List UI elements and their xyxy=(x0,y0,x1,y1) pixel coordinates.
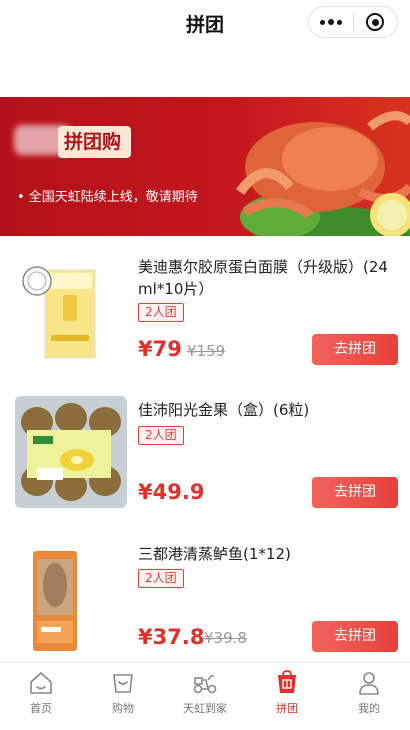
bottom-tab-bar: 首页 购物 天虹到家 拼团 我的 xyxy=(0,662,410,730)
group-size-badge: 2人团 xyxy=(138,303,184,322)
group-price: ¥79 xyxy=(138,337,182,361)
product-title: 三都港清蒸鲈鱼(1*12) xyxy=(138,545,291,563)
navigation-bar: 拼团 xyxy=(0,0,410,46)
group-size-badge: 2人团 xyxy=(138,569,184,588)
tab-label: 天虹到家 xyxy=(183,702,227,715)
banner-tag: 拼团购 xyxy=(58,126,132,158)
product-card[interactable]: 三都港清蒸鲈鱼(1*12) 2人团 ¥37.8 ¥39.8 去拼团 xyxy=(0,534,410,679)
original-price: ¥39.8 xyxy=(204,629,247,647)
tab-group-buy[interactable]: 拼团 xyxy=(246,663,328,730)
tab-label: 我的 xyxy=(358,702,380,715)
crab-image xyxy=(235,111,410,236)
banner-subtitle: • 全国天虹陆续上线，敬请期待 xyxy=(17,190,198,205)
tab-shopping[interactable]: 购物 xyxy=(82,663,164,730)
home-icon xyxy=(30,672,52,694)
group-price: ¥37.8 xyxy=(138,625,205,649)
more-menu-button[interactable] xyxy=(309,7,353,37)
original-price: ¥159 xyxy=(187,342,226,360)
tab-label: 首页 xyxy=(30,702,52,715)
tab-home[interactable]: 首页 xyxy=(0,663,82,730)
product-title: 美迪惠尔胶原蛋白面膜（升级版）(24 ml*10片） xyxy=(138,258,388,298)
promo-banner[interactable]: 拼团购 • 全国天虹陆续上线，敬请期待 xyxy=(0,97,410,236)
delivery-scooter-icon xyxy=(193,675,217,694)
product-title: 佳沛阳光金果（盒）(6粒) xyxy=(138,401,310,419)
tab-delivery[interactable]: 天虹到家 xyxy=(164,663,246,730)
shopping-bag-icon xyxy=(113,674,133,693)
target-icon xyxy=(366,13,385,31)
group-size-badge: 2人团 xyxy=(138,426,184,445)
group-buy-icon xyxy=(278,670,296,693)
user-icon xyxy=(359,672,379,695)
tab-profile[interactable]: 我的 xyxy=(328,663,410,730)
group-price: ¥49.9 xyxy=(138,480,205,504)
dot-icon xyxy=(336,19,342,25)
product-image xyxy=(15,545,127,657)
join-group-button[interactable]: 去拼团 xyxy=(312,621,398,652)
join-group-button[interactable]: 去拼团 xyxy=(312,477,398,508)
product-image xyxy=(15,396,127,508)
miniapp-capsule xyxy=(308,6,398,38)
close-miniapp-button[interactable] xyxy=(353,7,397,37)
tab-label: 购物 xyxy=(112,702,134,715)
product-card[interactable]: 佳沛阳光金果（盒）(6粒) 2人团 ¥49.9 去拼团 xyxy=(0,389,410,534)
tab-label: 拼团 xyxy=(276,702,298,715)
dot-icon xyxy=(327,19,334,25)
dot-icon xyxy=(319,19,325,25)
join-group-button[interactable]: 去拼团 xyxy=(312,334,398,365)
product-image xyxy=(15,255,127,367)
product-card[interactable]: 美迪惠尔胶原蛋白面膜（升级版）(24 ml*10片） 2人团 ¥79 ¥159 … xyxy=(0,244,410,389)
